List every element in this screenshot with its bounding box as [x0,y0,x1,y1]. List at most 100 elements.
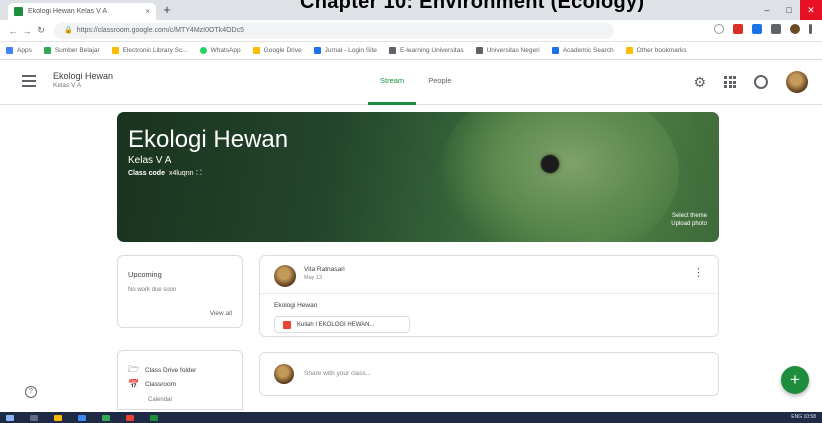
calendar-link[interactable]: 📅 Classroom [128,379,176,390]
profile-avatar-icon[interactable] [790,24,800,34]
url-input[interactable]: 🔒 https://classroom.google.com/c/MTY4MzI0… [54,22,614,39]
star-icon[interactable] [714,24,724,34]
url-text: https://classroom.google.com/c/MTY4MzI0O… [76,26,244,34]
taskbar-app-icon[interactable] [126,414,134,421]
bookmark-item[interactable]: WhatsApp [199,47,241,54]
bookmark-icon [389,47,396,54]
bookmark-icon [475,47,483,54]
user-avatar[interactable] [786,71,808,93]
more-options-icon[interactable]: ⋮ [693,266,704,279]
post-text: Ekologi Hewan [274,302,318,309]
hamburger-menu-icon[interactable] [22,75,36,90]
select-theme-link[interactable]: Select theme [671,212,707,220]
bookmark-item[interactable]: Electronic Library Sc... [111,47,188,54]
close-window-icon[interactable]: ✕ [800,0,822,20]
account-ring-icon[interactable] [754,75,768,89]
bookmark-icon [313,47,321,54]
post-attachment[interactable]: Kuliah I EKOLOGI HEWAN... [274,316,410,333]
bookmark-item[interactable]: Other bookmarks [625,47,687,54]
new-tab-button[interactable]: + [160,3,174,17]
class-links-card: 🗁 Class Drive folder 📅 Classroom Calendar [117,350,243,410]
bookmark-item[interactable]: Sumber Belajar [43,47,100,54]
upcoming-title: Upcoming [128,270,162,279]
extension-blue-icon[interactable] [752,24,762,34]
bookmark-label: Academic Search [562,47,614,54]
classroom-header: Ekologi Hewan Kelas V A Stream People ⚙ [0,61,822,105]
banner-title: Ekologi Hewan [128,126,289,153]
folder-icon [625,47,633,54]
class-title[interactable]: Ekologi Hewan [53,71,113,81]
taskbar-app-icon[interactable] [102,414,110,421]
bookmark-label: Electronic Library Sc... [122,47,188,54]
bookmark-item[interactable]: Universitas Negeri [475,47,540,54]
frog-eye-image [536,152,564,176]
taskbar-app-icon[interactable] [150,414,158,421]
class-banner: Ekologi Hewan Kelas V A Class code x4luqn… [117,112,719,242]
taskbar-app-icon[interactable] [78,414,86,421]
close-tab-icon[interactable]: × [145,7,150,16]
taskbar-app-icon[interactable] [30,414,38,421]
taskbar-app-icon[interactable] [54,414,62,421]
maximize-icon[interactable]: □ [778,0,800,20]
class-tabs: Stream People [368,61,464,105]
reload-icon[interactable]: ↻ [34,25,48,36]
share-box[interactable]: Share with your class... [259,352,719,396]
class-code: Class code x4luqnn ⛶ [128,170,201,178]
bookmark-label: Jurnal - Login Site [324,47,377,54]
drive-folder-link[interactable]: 🗁 Class Drive folder [128,362,196,378]
whatsapp-icon [199,47,207,54]
bookmark-label: Apps [17,47,32,54]
bookmark-item[interactable]: Apps [6,47,32,54]
overlay-title: Chapter 10: Environment (Ecology) [300,0,645,13]
bookmark-item[interactable]: Google Drive [252,47,302,54]
bookmark-icon [551,47,559,54]
address-bar: ← → ↻ 🔒 https://classroom.google.com/c/MT… [0,20,822,42]
bookmark-icon [111,47,119,54]
os-taskbar: ENG 10:58 [0,412,822,423]
frog-image [439,112,679,242]
post-date: May 13 [304,275,323,281]
drive-folder-label: Class Drive folder [145,366,197,374]
header-actions: ⚙ [693,71,808,93]
browser-menu-icon[interactable] [809,24,812,34]
folder-icon: 🗁 [128,364,140,374]
bookmark-label: Sumber Belajar [54,47,100,54]
tab-stream[interactable]: Stream [368,61,417,105]
drive-icon [252,47,260,54]
extension-gray-icon[interactable] [771,24,781,34]
forward-icon[interactable]: → [20,26,34,36]
settings-gear-icon[interactable]: ⚙ [693,74,706,91]
browser-tab-title: Ekologi Hewan Kelas V A [28,8,107,15]
add-fab-button[interactable]: + [781,366,809,394]
class-code-label: Class code [128,170,165,177]
theme-controls: Select theme Upload photo [671,212,707,228]
upload-photo-link[interactable]: Upload photo [671,220,707,228]
tab-people[interactable]: People [416,61,463,105]
start-icon[interactable] [6,414,14,421]
class-subtitle: Kelas V A [53,82,82,89]
class-code-value: x4luqnn [168,170,194,177]
extension-red-icon[interactable] [733,24,743,34]
share-placeholder: Share with your class... [304,370,372,377]
post-author: Vita Ratnasari [304,266,345,273]
bookmark-item[interactable]: Jurnal - Login Site [313,47,377,54]
view-all-link[interactable]: View all [210,310,232,317]
divider [260,293,718,294]
banner-subtitle: Kelas V A [128,155,172,166]
bookmark-label: E-learning Universitas [400,47,464,54]
stream-post: Vita Ratnasari May 13 ⋮ Ekologi Hewan Ku… [259,255,719,337]
bookmark-item[interactable]: Academic Search [551,47,614,54]
apps-icon [6,47,13,54]
bookmark-icon [43,47,51,54]
browser-tab[interactable]: Ekologi Hewan Kelas V A × [8,3,156,20]
bookmark-item[interactable]: E-learning Universitas [389,47,464,54]
upcoming-card: Upcoming No work due soon View all [117,255,243,328]
attachment-label: Kuliah I EKOLOGI HEWAN... [297,321,375,328]
google-apps-icon[interactable] [724,76,736,88]
back-icon[interactable]: ← [6,26,20,36]
help-icon[interactable]: ? [25,386,37,398]
minimize-icon[interactable]: – [756,0,778,20]
post-author-avatar [274,265,296,287]
calendar-sublabel: Calendar [148,397,173,403]
fullscreen-icon[interactable]: ⛶ [197,170,202,177]
